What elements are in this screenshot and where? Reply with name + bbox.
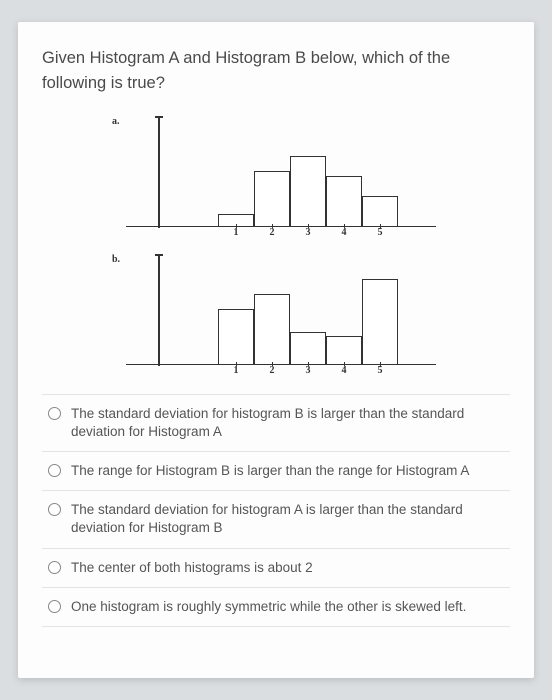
bar — [326, 336, 362, 364]
bar — [362, 196, 398, 226]
bar — [290, 332, 326, 364]
option-3[interactable]: The center of both histograms is about 2 — [42, 548, 510, 587]
chart-label-b: b. — [112, 254, 120, 265]
bars-b — [158, 254, 438, 364]
tick: 3 — [290, 365, 326, 376]
bar — [254, 171, 290, 226]
option-0[interactable]: The standard deviation for histogram B i… — [42, 394, 510, 451]
option-1[interactable]: The range for Histogram B is larger than… — [42, 451, 510, 490]
tick: 3 — [290, 227, 326, 238]
radio-icon — [48, 464, 61, 477]
tick: 5 — [362, 365, 398, 376]
histogram-b: b. 1 2 3 4 5 — [106, 252, 446, 382]
question-text: Given Histogram A and Histogram B below,… — [42, 46, 510, 96]
option-text: The standard deviation for histogram A i… — [71, 501, 504, 537]
bar — [218, 309, 254, 364]
tick: 4 — [326, 227, 362, 238]
chart-label-a: a. — [112, 116, 120, 127]
option-text: The center of both histograms is about 2 — [71, 559, 313, 577]
tick: 4 — [326, 365, 362, 376]
tick: 1 — [218, 365, 254, 376]
option-text: The standard deviation for histogram B i… — [71, 405, 504, 441]
radio-icon — [48, 561, 61, 574]
tick: 5 — [362, 227, 398, 238]
option-2[interactable]: The standard deviation for histogram A i… — [42, 490, 510, 547]
bar — [326, 176, 362, 226]
question-card: Given Histogram A and Histogram B below,… — [18, 22, 534, 678]
radio-icon — [48, 503, 61, 516]
bars-a — [158, 116, 438, 226]
option-text: One histogram is roughly symmetric while… — [71, 598, 466, 616]
charts-container: a. 1 2 3 4 5 b. — [42, 114, 510, 382]
tick: 1 — [218, 227, 254, 238]
tick: 2 — [254, 365, 290, 376]
histogram-a: a. 1 2 3 4 5 — [106, 114, 446, 244]
option-4[interactable]: One histogram is roughly symmetric while… — [42, 587, 510, 627]
x-ticks: 1 2 3 4 5 — [158, 227, 438, 238]
tick: 2 — [254, 227, 290, 238]
option-text: The range for Histogram B is larger than… — [71, 462, 469, 480]
radio-icon — [48, 600, 61, 613]
bar — [254, 294, 290, 364]
answer-options: The standard deviation for histogram B i… — [42, 394, 510, 628]
radio-icon — [48, 407, 61, 420]
bar — [362, 279, 398, 364]
x-ticks: 1 2 3 4 5 — [158, 365, 438, 376]
bar — [290, 156, 326, 226]
